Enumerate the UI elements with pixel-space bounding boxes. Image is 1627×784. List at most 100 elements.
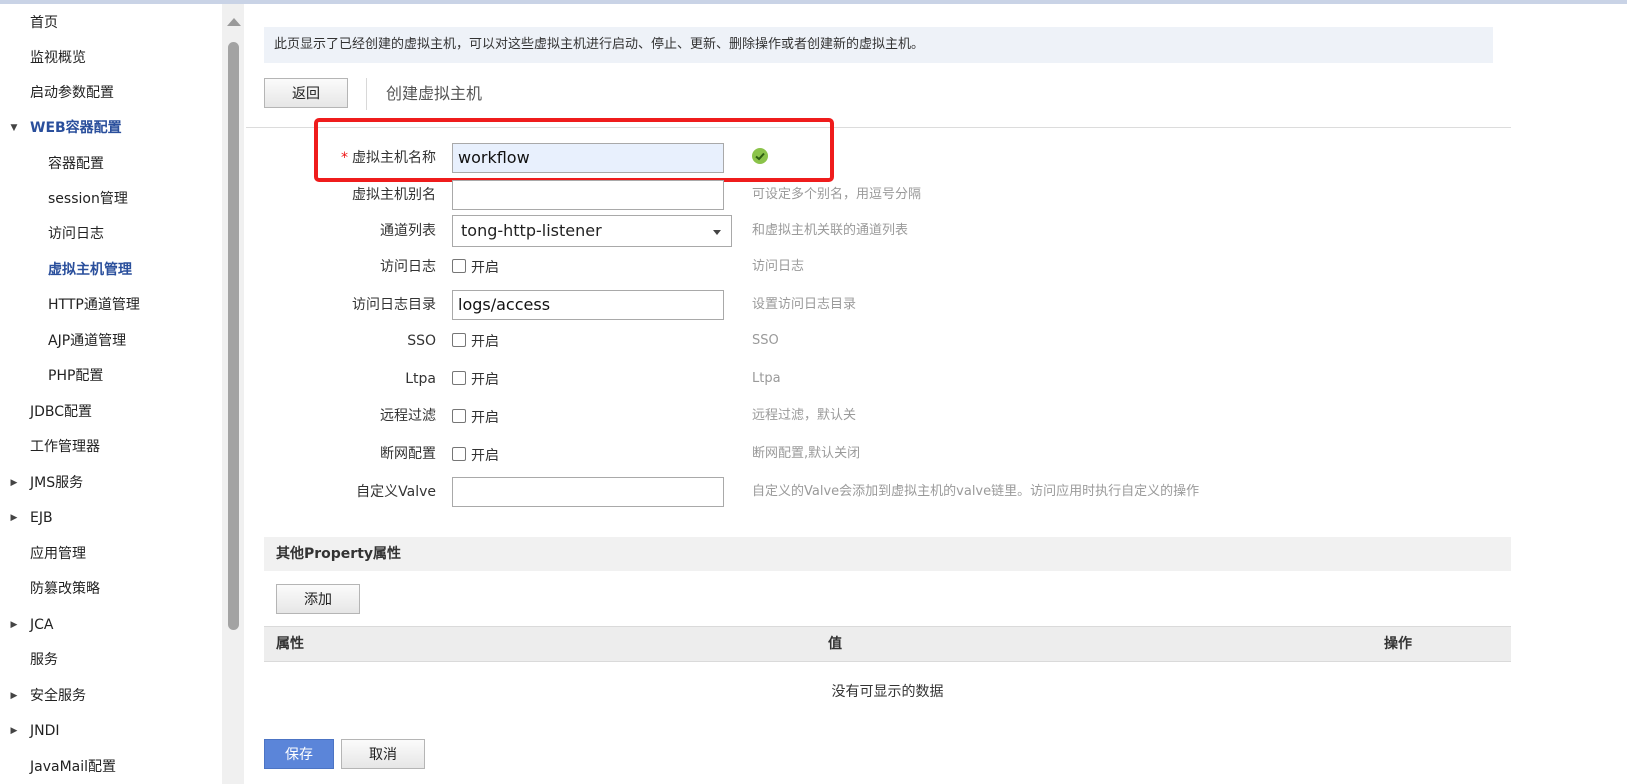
empty-table-message: 没有可显示的数据 bbox=[831, 684, 944, 700]
sidebar-item-label: HTTP通道管理 bbox=[48, 297, 140, 313]
alias-label: 虚拟主机别名 bbox=[352, 187, 436, 203]
sidebar-item-app-management[interactable]: 应用管理 bbox=[30, 540, 86, 568]
sidebar-scrollbar[interactable] bbox=[222, 4, 244, 784]
cancel-button[interactable]: 取消 bbox=[341, 739, 425, 769]
access-log-label: 访问日志 bbox=[380, 259, 436, 275]
sidebar-item-label: JNDI bbox=[30, 723, 60, 739]
sso-label: SSO bbox=[407, 333, 436, 349]
property-table-header: 属性 值 操作 bbox=[264, 626, 1511, 662]
network-break-toggle[interactable]: 开启 bbox=[452, 442, 499, 470]
channel-select[interactable]: tong-http-listener bbox=[452, 215, 732, 247]
sidebar-item-jca[interactable]: ▶ JCA bbox=[11, 611, 54, 639]
column-header-value[interactable]: 值 bbox=[828, 627, 842, 661]
dropdown-caret-icon bbox=[713, 230, 721, 235]
sso-hint: SSO bbox=[752, 333, 779, 348]
sidebar-item-label: 监视概览 bbox=[30, 50, 86, 66]
remote-filter-toggle[interactable]: 开启 bbox=[452, 404, 499, 432]
back-button[interactable]: 返回 bbox=[264, 78, 348, 108]
ltpa-hint: Ltpa bbox=[752, 371, 781, 386]
sidebar-item-work-manager[interactable]: 工作管理器 bbox=[30, 433, 100, 461]
collapsed-arrow-icon[interactable]: ▶ bbox=[8, 504, 20, 532]
access-log-dir-label: 访问日志目录 bbox=[352, 297, 436, 313]
sidebar-item-label: 访问日志 bbox=[48, 226, 104, 242]
valve-hint: 自定义的Valve会添加到虚拟主机的valve链里。访问应用时执行自定义的操作 bbox=[752, 484, 1200, 499]
sidebar-item-access-log[interactable]: 访问日志 bbox=[48, 220, 104, 248]
network-break-hint: 断网配置,默认关闭 bbox=[752, 446, 861, 461]
custom-valve-input[interactable] bbox=[452, 477, 724, 507]
sidebar-item-jms[interactable]: ▶ JMS服务 bbox=[11, 469, 84, 497]
sidebar-item-home[interactable]: 首页 bbox=[30, 9, 58, 37]
collapsed-arrow-icon[interactable]: ▶ bbox=[8, 682, 20, 710]
sidebar-item-monitor-overview[interactable]: 监视概览 bbox=[30, 44, 86, 72]
sidebar-item-php-config[interactable]: PHP配置 bbox=[48, 362, 103, 390]
sidebar-item-virtual-host[interactable]: 虚拟主机管理 bbox=[48, 256, 132, 284]
highlight-box bbox=[314, 118, 834, 182]
toolbar-divider bbox=[366, 78, 367, 110]
sidebar-item-service[interactable]: 服务 bbox=[30, 646, 58, 674]
sidebar-item-web-container[interactable]: ▼ WEB容器配置 bbox=[11, 114, 122, 142]
sidebar-item-session[interactable]: session管理 bbox=[48, 185, 128, 213]
sidebar-item-label: JavaMail配置 bbox=[30, 759, 117, 775]
sidebar-item-label: 工作管理器 bbox=[30, 439, 100, 455]
sidebar-nav: 首页 监视概览 启动参数配置 ▼ WEB容器配置 容器配置 session管理 访… bbox=[0, 4, 222, 784]
sidebar-item-label: 服务 bbox=[30, 652, 58, 668]
column-header-property[interactable]: 属性 bbox=[276, 627, 304, 661]
access-log-hint: 访问日志 bbox=[752, 259, 805, 274]
save-button[interactable]: 保存 bbox=[264, 739, 334, 769]
collapsed-arrow-icon[interactable]: ▶ bbox=[8, 469, 20, 497]
access-log-dir-input[interactable]: logs/access bbox=[452, 290, 724, 320]
column-header-operation[interactable]: 操作 bbox=[1384, 627, 1412, 661]
sidebar-item-label: session管理 bbox=[48, 191, 128, 207]
virtual-host-alias-input[interactable] bbox=[452, 180, 724, 210]
collapsed-arrow-icon[interactable]: ▶ bbox=[8, 611, 20, 639]
scroll-thumb[interactable] bbox=[228, 42, 239, 630]
sso-toggle[interactable]: 开启 bbox=[452, 328, 499, 356]
sidebar-item-label: JDBC配置 bbox=[30, 404, 93, 420]
remote-filter-checkbox[interactable] bbox=[452, 409, 466, 423]
sso-checkbox[interactable] bbox=[452, 333, 466, 347]
channel-hint: 和虚拟主机关联的通道列表 bbox=[752, 223, 909, 238]
sidebar-item-container-config[interactable]: 容器配置 bbox=[48, 150, 104, 178]
expanded-arrow-icon[interactable]: ▼ bbox=[8, 114, 20, 142]
network-break-label: 断网配置 bbox=[380, 446, 436, 462]
sidebar-item-label: EJB bbox=[30, 510, 53, 526]
scroll-up-arrow-icon[interactable] bbox=[227, 18, 241, 26]
sidebar-item-http-channel[interactable]: HTTP通道管理 bbox=[48, 291, 140, 319]
remote-filter-label: 远程过滤 bbox=[380, 408, 436, 424]
sidebar-item-jdbc[interactable]: JDBC配置 bbox=[30, 398, 92, 426]
sidebar-item-jndi[interactable]: ▶ JNDI bbox=[11, 717, 60, 745]
network-break-checkbox[interactable] bbox=[452, 447, 466, 461]
ltpa-checkbox[interactable] bbox=[452, 371, 466, 385]
main-content: 此页显示了已经创建的虚拟主机，可以对这些虚拟主机进行启动、停止、更新、删除操作或… bbox=[246, 0, 1627, 784]
sidebar-item-ejb[interactable]: ▶ EJB bbox=[11, 504, 53, 532]
sidebar-item-ajp-channel[interactable]: AJP通道管理 bbox=[48, 327, 126, 355]
sidebar-item-label: 虚拟主机管理 bbox=[48, 262, 132, 278]
sidebar-item-javamail[interactable]: JavaMail配置 bbox=[30, 753, 116, 781]
sidebar-item-label: PHP配置 bbox=[48, 368, 104, 384]
ltpa-toggle[interactable]: 开启 bbox=[452, 366, 499, 394]
sidebar-item-security[interactable]: ▶ 安全服务 bbox=[11, 682, 86, 710]
sidebar-item-label: JMS服务 bbox=[30, 475, 84, 491]
sidebar-item-label: 应用管理 bbox=[30, 546, 86, 562]
sidebar-item-label: 首页 bbox=[30, 15, 58, 31]
sidebar-item-label: JCA bbox=[30, 617, 54, 633]
add-property-button[interactable]: 添加 bbox=[276, 584, 360, 614]
remote-filter-hint: 远程过滤，默认关 bbox=[752, 408, 857, 423]
sidebar-item-tamper-policy[interactable]: 防篡改策略 bbox=[30, 575, 100, 603]
property-section-header: 其他Property属性 bbox=[264, 537, 1511, 571]
page-subtitle: 创建虚拟主机 bbox=[386, 84, 483, 103]
sidebar-item-label: 安全服务 bbox=[30, 688, 86, 704]
sidebar-item-label: 防篡改策略 bbox=[30, 581, 100, 597]
access-log-checkbox[interactable] bbox=[452, 259, 466, 273]
sidebar-item-label: 启动参数配置 bbox=[30, 85, 114, 101]
ltpa-label: Ltpa bbox=[405, 371, 436, 387]
page-description: 此页显示了已经创建的虚拟主机，可以对这些虚拟主机进行启动、停止、更新、删除操作或… bbox=[264, 27, 1493, 63]
sidebar-item-label: WEB容器配置 bbox=[30, 120, 122, 136]
channel-label: 通道列表 bbox=[380, 223, 436, 239]
access-log-toggle[interactable]: 开启 bbox=[452, 254, 499, 282]
collapsed-arrow-icon[interactable]: ▶ bbox=[8, 717, 20, 745]
sidebar-item-label: 容器配置 bbox=[48, 156, 104, 172]
sidebar-item-startup-params[interactable]: 启动参数配置 bbox=[30, 79, 114, 107]
valve-label: 自定义Valve bbox=[356, 484, 436, 500]
sidebar-item-label: AJP通道管理 bbox=[48, 333, 127, 349]
